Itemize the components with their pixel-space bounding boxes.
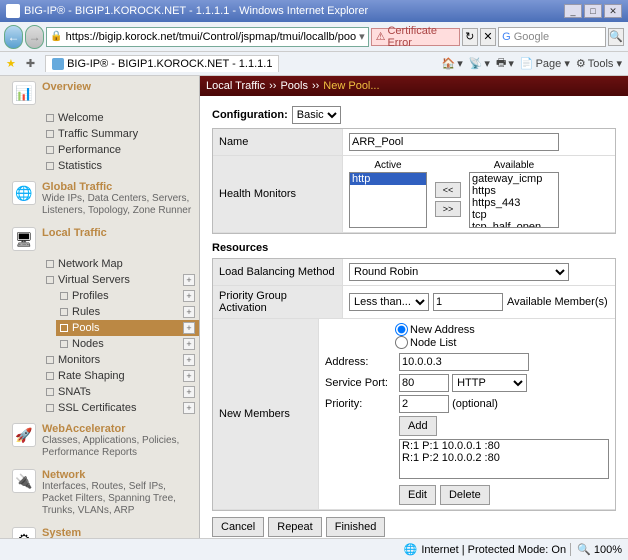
nav-global-traffic[interactable]: Global Traffic [42,181,195,193]
print-menu[interactable]: 🖶 ▾ [496,54,514,73]
tab-favicon [52,58,64,70]
network-icon: 🔌 [12,469,36,493]
favorites-menu[interactable]: ✚ [26,57,35,70]
feeds-menu[interactable]: 📡 ▾ [469,54,490,73]
lb-method-label: Load Balancing Method [213,259,343,285]
nav-local-traffic[interactable]: Local Traffic [42,227,107,239]
health-monitors-label: Health Monitors [213,156,343,232]
browser-tab[interactable]: BIG-IP® - BIGIP1.KOROCK.NET - 1.1.1.1 [45,55,279,72]
accelerator-icon: 🚀 [12,423,36,447]
add-button[interactable]: Add [399,416,437,436]
new-members-label: New Members [213,319,319,509]
nav-traffic-summary[interactable]: Traffic Summary [42,126,199,142]
nav-network[interactable]: Network [42,469,195,481]
search-go-button[interactable]: 🔍 [608,28,624,46]
configuration-label: Configuration: [212,109,288,121]
refresh-button[interactable]: ↻ [462,28,478,46]
name-input[interactable] [349,133,559,151]
stop-button[interactable]: ✕ [480,28,496,46]
name-label: Name [213,129,343,155]
back-button[interactable]: ← [4,25,23,49]
nav-pools[interactable]: Pools+ [56,320,199,336]
nav-webaccelerator[interactable]: WebAccelerator [42,423,195,435]
lb-method-select[interactable]: Round Robin [349,263,569,281]
members-list[interactable]: R:1 P:1 10.0.0.1 :80 R:1 P:2 10.0.0.2 :8… [399,439,609,479]
address-input[interactable] [399,353,529,371]
app-icon [6,4,20,18]
new-address-radio[interactable]: New Address [395,323,601,336]
url-text: https://bigip.korock.net/tmui/Control/js… [66,31,356,43]
main-content: Local Traffic›› Pools›› New Pool... Conf… [200,76,628,538]
configuration-select[interactable]: Basic [292,106,341,124]
nav-rules[interactable]: Rules+ [56,304,199,320]
browser-navbar: ← → 🔒 https://bigip.korock.net/tmui/Cont… [0,22,628,52]
available-monitors-list[interactable]: gateway_icmp https https_443 tcp tcp_hal… [469,172,559,228]
system-icon: ⚙ [12,527,36,538]
window-controls: _ □ ✕ [564,4,622,18]
browser-toolbar: ★ ✚ BIG-IP® - BIGIP1.KOROCK.NET - 1.1.1.… [0,52,628,76]
window-titlebar: BIG-IP® - BIGIP1.KOROCK.NET - 1.1.1.1 - … [0,0,628,22]
priority-input[interactable] [399,395,449,413]
forward-button[interactable]: → [25,25,44,49]
tools-menu[interactable]: ⚙ Tools ▾ [576,54,622,73]
minimize-button[interactable]: _ [564,4,582,18]
priority-group-select[interactable]: Less than... [349,293,429,311]
nav-profiles[interactable]: Profiles+ [56,288,199,304]
shield-icon: ⚠ [376,30,386,43]
google-icon: G [502,31,511,43]
nav-nodes[interactable]: Nodes+ [56,336,199,352]
expand-icon[interactable]: + [183,274,195,286]
status-text: Internet | Protected Mode: On [421,544,566,556]
address-bar[interactable]: 🔒 https://bigip.korock.net/tmui/Control/… [46,27,368,47]
nav-system[interactable]: System [42,527,195,538]
status-bar: 🌐 Internet | Protected Mode: On 🔍 100% [0,538,628,560]
nav-monitors[interactable]: Monitors+ [42,352,199,368]
move-left-button[interactable]: << [435,182,461,198]
globe-icon: 🌐 [12,181,36,205]
nav-rate-shaping[interactable]: Rate Shaping+ [42,368,199,384]
nav-statistics[interactable]: Statistics [42,158,199,174]
window-title: BIG-IP® - BIGIP1.KOROCK.NET - 1.1.1.1 - … [24,5,368,17]
priority-group-input[interactable] [433,293,503,311]
move-right-button[interactable]: >> [435,201,461,217]
home-menu[interactable]: 🏠 ▾ [441,54,462,73]
breadcrumb: Local Traffic›› Pools›› New Pool... [200,76,628,96]
cancel-button[interactable]: Cancel [212,517,264,537]
close-button[interactable]: ✕ [604,4,622,18]
nav-network-map[interactable]: Network Map [42,256,199,272]
favorites-icon[interactable]: ★ [6,57,16,70]
resources-heading: Resources [212,242,616,254]
node-list-radio[interactable]: Node List [395,336,601,349]
nav-virtual-servers[interactable]: Virtual Servers+ [42,272,199,288]
page-menu[interactable]: 📄 Page ▾ [520,54,570,73]
nav-ssl-certificates[interactable]: SSL Certificates+ [42,400,199,416]
search-box[interactable]: G Google [498,27,606,47]
nav-performance[interactable]: Performance [42,142,199,158]
overview-icon: 📊 [12,81,36,105]
delete-button[interactable]: Delete [440,485,490,505]
priority-group-label: Priority Group Activation [213,286,343,318]
service-port-select[interactable]: HTTP [452,374,527,392]
nav-overview[interactable]: Overview [42,81,91,93]
maximize-button[interactable]: □ [584,4,602,18]
edit-button[interactable]: Edit [399,485,436,505]
sidebar: 📊 Overview Welcome Traffic Summary Perfo… [0,76,200,538]
certificate-error[interactable]: ⚠ Certificate Error [371,28,460,46]
lock-icon: 🔒 [50,31,62,42]
nav-welcome[interactable]: Welcome [42,110,199,126]
repeat-button[interactable]: Repeat [268,517,321,537]
globe-icon: 🌐 [404,543,418,556]
server-icon: 🖥 [12,227,36,251]
finished-button[interactable]: Finished [326,517,386,537]
active-monitors-list[interactable]: http [349,172,427,228]
nav-snats[interactable]: SNATs+ [42,384,199,400]
service-port-input[interactable] [399,374,449,392]
zoom-level: 100% [594,544,622,556]
